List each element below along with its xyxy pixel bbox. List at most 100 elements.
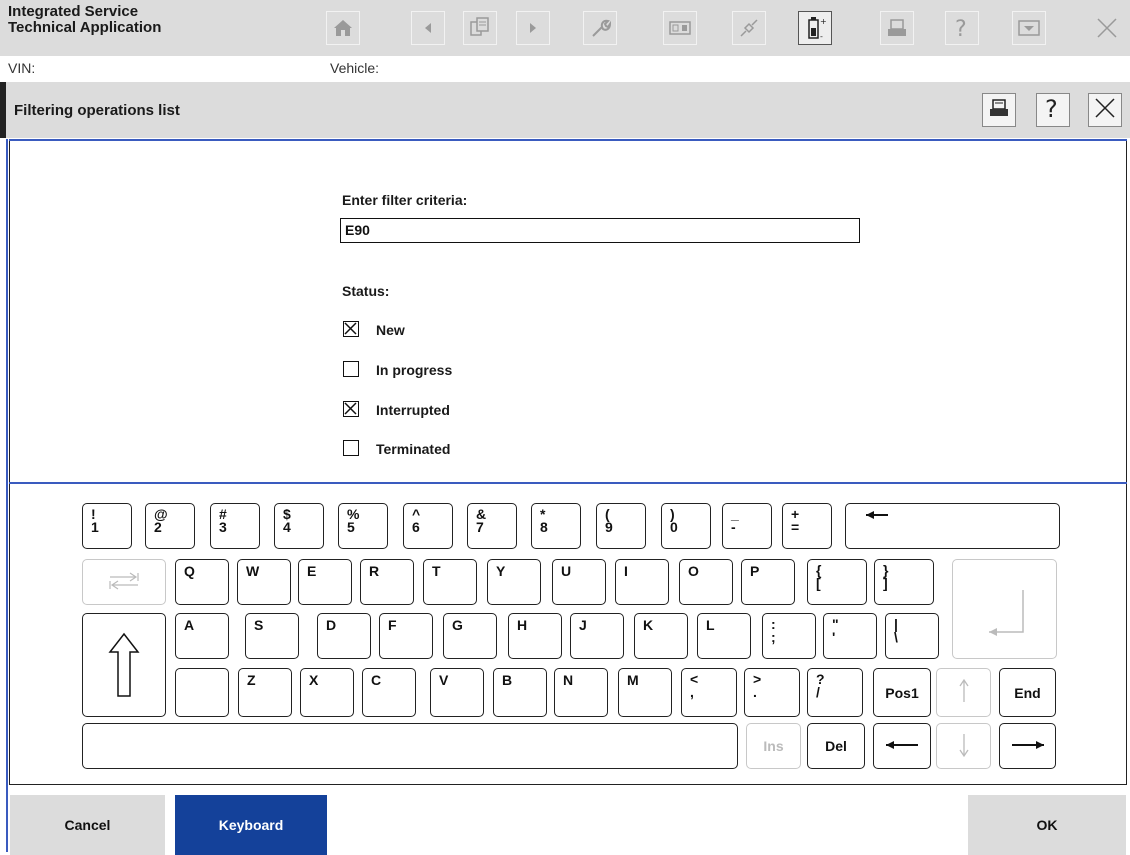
key-shift-char: { xyxy=(816,562,822,578)
key-x[interactable]: X xyxy=(300,668,354,717)
key-punct[interactable]: | \ xyxy=(885,613,939,659)
key-f[interactable]: F xyxy=(379,613,433,659)
shift-key[interactable] xyxy=(82,613,166,717)
filter-criteria-input[interactable]: E90 xyxy=(340,218,860,243)
key-w[interactable]: W xyxy=(237,559,291,605)
key-i[interactable]: I xyxy=(615,559,669,605)
ok-button[interactable]: OK xyxy=(968,795,1126,855)
pos1-key[interactable]: Pos1 xyxy=(873,668,931,717)
app-title: Integrated Service Technical Application xyxy=(8,4,161,36)
key-9[interactable]: (9 xyxy=(596,503,646,549)
key-r[interactable]: R xyxy=(360,559,414,605)
key-base-char: . xyxy=(753,684,757,700)
key-blank[interactable] xyxy=(175,668,229,717)
key-11[interactable]: _ - xyxy=(722,503,772,549)
svg-text:?: ? xyxy=(1045,95,1058,121)
key-base-char: 5 xyxy=(347,519,355,535)
status-option-label: Terminated xyxy=(376,441,451,457)
key-l[interactable]: L xyxy=(697,613,751,659)
key-k[interactable]: K xyxy=(634,613,688,659)
key-e[interactable]: E xyxy=(298,559,352,605)
key-bracket[interactable]: {[ xyxy=(807,559,867,605)
status-checkbox[interactable] xyxy=(343,401,359,417)
space-key[interactable] xyxy=(82,723,738,769)
arrow-up-key[interactable] xyxy=(936,668,991,717)
key-q[interactable]: Q xyxy=(175,559,229,605)
print-button-top[interactable] xyxy=(880,11,914,45)
key-bracket[interactable]: }] xyxy=(874,559,934,605)
panel-button[interactable] xyxy=(663,11,697,45)
menu-button[interactable] xyxy=(1012,11,1046,45)
connection-button[interactable] xyxy=(732,11,766,45)
status-checkbox[interactable] xyxy=(343,361,359,377)
del-key[interactable]: Del xyxy=(807,723,865,769)
key-v[interactable]: V xyxy=(430,668,484,717)
key-1[interactable]: ! 1 xyxy=(82,503,132,549)
key-d[interactable]: D xyxy=(317,613,371,659)
key-10[interactable]: ) 0 xyxy=(661,503,711,549)
key-2[interactable]: @2 xyxy=(145,503,195,549)
keyboard-toggle-button[interactable]: Keyboard xyxy=(175,795,327,855)
arrow-down-key[interactable] xyxy=(936,723,991,769)
ins-key[interactable]: Ins xyxy=(746,723,801,769)
status-checkbox[interactable] xyxy=(343,321,359,337)
key-punct[interactable]: :; xyxy=(762,613,816,659)
arrow-up-icon xyxy=(957,676,971,709)
key-p[interactable]: P xyxy=(741,559,795,605)
key-label: D xyxy=(326,617,337,633)
backspace-key[interactable] xyxy=(845,503,1060,549)
key-label: U xyxy=(561,563,572,579)
key-shift-char: < xyxy=(690,671,699,687)
home-button[interactable] xyxy=(326,11,360,45)
arrow-right-key[interactable] xyxy=(999,723,1056,769)
forward-button[interactable] xyxy=(516,11,550,45)
help-button-top[interactable]: ? xyxy=(945,11,979,45)
key-n[interactable]: N xyxy=(554,668,608,717)
key-punct[interactable]: >. xyxy=(744,668,800,717)
key-a[interactable]: A xyxy=(175,613,229,659)
key-base-char: 0 xyxy=(670,519,678,535)
key-j[interactable]: J xyxy=(570,613,624,659)
back-button[interactable] xyxy=(411,11,445,45)
key-g[interactable]: G xyxy=(443,613,497,659)
service-button[interactable] xyxy=(583,11,617,45)
end-key[interactable]: End xyxy=(999,668,1056,717)
key-t[interactable]: T xyxy=(423,559,477,605)
arrow-left-key[interactable] xyxy=(873,723,931,769)
document-icon xyxy=(469,16,491,40)
key-punct[interactable]: " ' xyxy=(823,613,877,659)
cancel-button[interactable]: Cancel xyxy=(10,795,165,855)
dialog-print-button[interactable] xyxy=(982,93,1016,127)
key-punct[interactable]: <, xyxy=(681,668,737,717)
key-c[interactable]: C xyxy=(362,668,416,717)
key-shift-char: " xyxy=(832,616,839,632)
status-checkbox[interactable] xyxy=(343,440,359,456)
key-s[interactable]: S xyxy=(245,613,299,659)
key-z[interactable]: Z xyxy=(238,668,292,717)
close-button-top[interactable] xyxy=(1090,11,1124,45)
key-u[interactable]: U xyxy=(552,559,606,605)
key-punct[interactable]: ? / xyxy=(807,668,863,717)
key-b[interactable]: B xyxy=(493,668,547,717)
key-y[interactable]: Y xyxy=(487,559,541,605)
key-label: Ins xyxy=(763,738,784,754)
tab-key[interactable] xyxy=(82,559,166,605)
key-5[interactable]: % 5 xyxy=(338,503,388,549)
documents-button[interactable] xyxy=(463,11,497,45)
key-12[interactable]: + = xyxy=(782,503,832,549)
key-4[interactable]: $4 xyxy=(274,503,324,549)
key-o[interactable]: O xyxy=(679,559,733,605)
key-m[interactable]: M xyxy=(618,668,672,717)
key-label: Del xyxy=(825,738,847,754)
enter-key[interactable] xyxy=(952,559,1057,659)
svg-text:?: ? xyxy=(955,17,967,40)
key-8[interactable]: * 8 xyxy=(531,503,581,549)
key-h[interactable]: H xyxy=(508,613,562,659)
key-6[interactable]: ^ 6 xyxy=(403,503,453,549)
key-base-char: \ xyxy=(894,629,898,645)
dialog-help-button[interactable]: ? xyxy=(1036,93,1070,127)
battery-button[interactable]: + - xyxy=(798,11,832,45)
key-7[interactable]: & 7 xyxy=(467,503,517,549)
key-3[interactable]: #3 xyxy=(210,503,260,549)
dialog-close-button[interactable] xyxy=(1088,93,1122,127)
